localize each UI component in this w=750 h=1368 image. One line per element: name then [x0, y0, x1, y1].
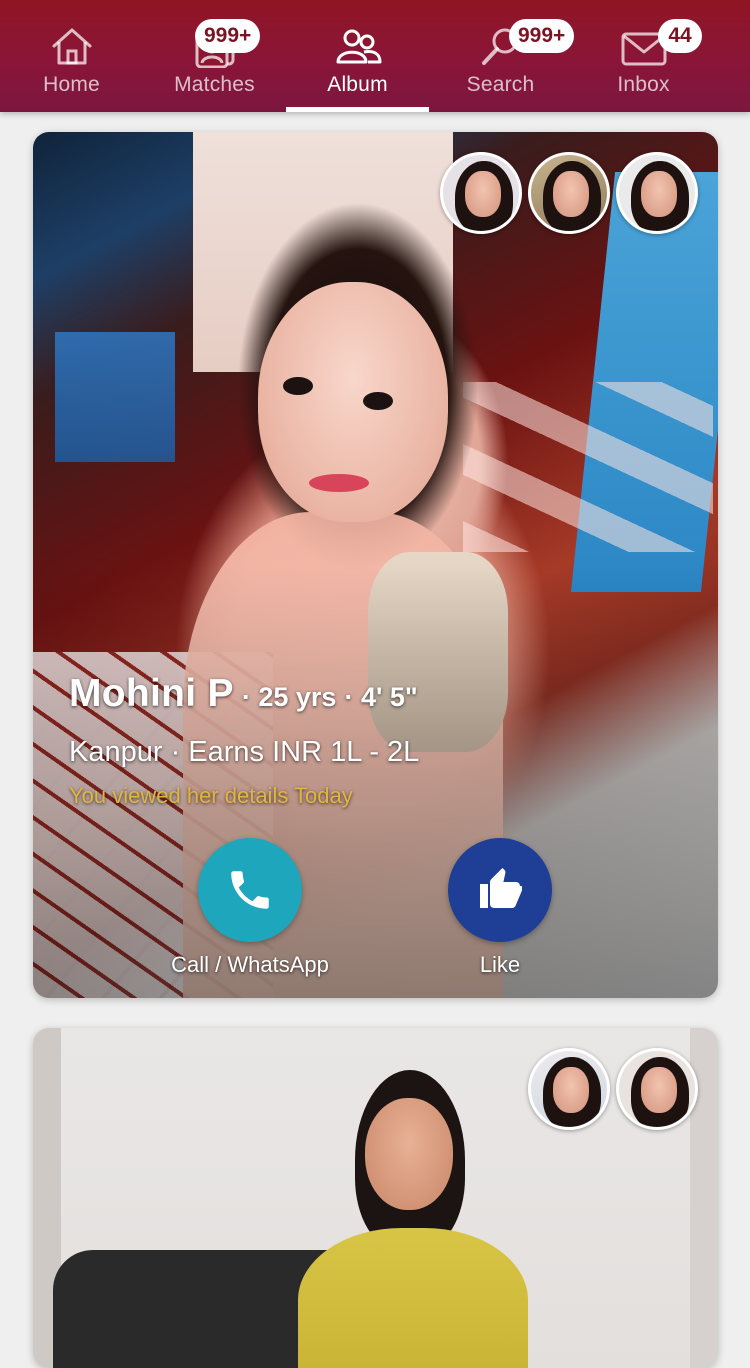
photo-thumbnail[interactable]	[528, 152, 610, 234]
tab-inbox[interactable]: 44 Inbox	[572, 0, 715, 112]
call-button-circle[interactable]	[198, 838, 302, 942]
like-label: Like	[479, 952, 521, 977]
profile-photo[interactable]	[33, 132, 718, 998]
photo-subject-saree	[298, 1228, 528, 1368]
search-badge: 999+	[509, 19, 575, 53]
thumbnail-face	[465, 171, 501, 217]
photo-thumbnail[interactable]	[616, 1048, 698, 1130]
album-icon	[336, 29, 381, 64]
profile-age: · 25 yrs	[241, 682, 337, 712]
tab-inbox-label: Inbox	[617, 73, 670, 96]
tab-album-label: Album	[327, 73, 388, 96]
call-whatsapp-button[interactable]: Call / WhatsApp	[145, 838, 355, 978]
like-button-circle[interactable]	[448, 838, 552, 942]
tab-home-label: Home	[43, 73, 100, 96]
thumbnail-face	[553, 171, 589, 217]
home-icon	[52, 28, 91, 65]
tab-matches-label: Matches	[174, 73, 255, 96]
call-whatsapp-label: Call / WhatsApp	[171, 952, 329, 977]
thumbnail-face	[553, 1067, 589, 1113]
photo-gradient-overlay	[33, 132, 718, 998]
tab-matches[interactable]: 999+ Matches	[143, 0, 286, 112]
profile-card[interactable]	[33, 1028, 718, 1368]
phone-icon	[231, 871, 269, 909]
photo-thumbnail[interactable]	[616, 152, 698, 234]
profile-name[interactable]: Mohini P	[69, 672, 234, 716]
matches-badge: 999+	[195, 19, 261, 53]
profile-name-line: Mohini P · 25 yrs · 4' 5"	[69, 672, 689, 716]
tab-search-label: Search	[466, 73, 535, 96]
profile-info: Mohini P · 25 yrs · 4' 5" Kanpur · Earns…	[69, 672, 689, 809]
viewed-status: You viewed her details Today	[69, 783, 353, 808]
photo-thumbnail[interactable]	[440, 152, 522, 234]
tab-album[interactable]: Album	[286, 0, 429, 112]
tab-home[interactable]: Home	[0, 0, 143, 112]
tab-search[interactable]: 999+ Search	[429, 0, 575, 112]
thumbnail-face	[641, 171, 677, 217]
photo-thumbnails	[528, 1048, 698, 1130]
top-nav: Home 999+ Matches Album 999+ Search 44 I…	[0, 0, 750, 112]
profile-height: · 4' 5"	[344, 682, 418, 712]
profile-location-income: Kanpur · Earns INR 1L - 2L	[69, 736, 420, 768]
thumbs-up-icon	[480, 868, 522, 908]
photo-thumbnails	[440, 152, 698, 234]
photo-thumbnail[interactable]	[528, 1048, 610, 1130]
photo-subject-face	[365, 1098, 453, 1210]
profile-card[interactable]: Mohini P · 25 yrs · 4' 5" Kanpur · Earns…	[33, 132, 718, 998]
thumbnail-face	[641, 1067, 677, 1113]
like-button[interactable]: Like	[395, 838, 605, 978]
inbox-badge: 44	[658, 19, 702, 53]
